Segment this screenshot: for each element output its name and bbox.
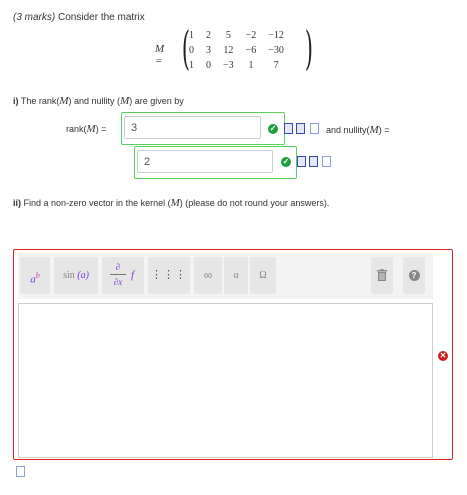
nullity-tool-icon-2[interactable] [309, 156, 318, 167]
part-i-prompt: i) The rank(M) and nullity (M) are given… [13, 95, 184, 107]
part-i-m2: M [120, 95, 130, 107]
rank-tool-icon-2[interactable] [296, 123, 305, 134]
matrix-cell: −6 [245, 45, 257, 56]
part-i-number: i) [13, 96, 19, 106]
marks-label: (3 marks) [13, 12, 56, 23]
calculus-button[interactable]: ∂ ∂x f [102, 257, 144, 294]
function-arg: (a) [77, 270, 89, 281]
rank-tool-icon-3[interactable] [310, 123, 319, 134]
nullity-correct-check-icon: ✓ [281, 157, 291, 167]
calculus-f: f [131, 269, 135, 281]
nullity-label-a: and nullity( [326, 125, 370, 135]
matrix-cell: −2 [245, 30, 257, 41]
matrix-cell: 0 [206, 60, 211, 71]
help-button[interactable]: ? [403, 257, 425, 294]
alpha-button[interactable]: α [224, 257, 248, 294]
function-button[interactable]: sin (a) [54, 257, 98, 294]
function-name: sin [63, 270, 75, 281]
nullity-label-m: M [369, 124, 379, 136]
equation-toolbar: ab sin (a) ∂ ∂x f ⋮⋮⋮ ∞ α Ω ? [18, 253, 433, 299]
matrix-cell: −30 [268, 45, 284, 56]
omega-button[interactable]: Ω [250, 257, 276, 294]
matrix-row: 1 2 5 −2 −12 [183, 28, 290, 43]
part-i-text-a: The rank( [20, 96, 60, 106]
trash-button[interactable] [371, 257, 393, 294]
matrix-cell: 1 [189, 30, 194, 41]
infinity-button[interactable]: ∞ [194, 257, 222, 294]
superscript-exp: b [35, 271, 40, 280]
matrix-cell: 7 [273, 60, 279, 71]
superscript-button[interactable]: ab [20, 257, 50, 294]
bottom-tool-icon[interactable] [16, 466, 25, 477]
equation-input-area[interactable] [18, 303, 433, 458]
matrix-cell: 3 [206, 45, 211, 56]
rank-tool-icon-1[interactable] [284, 123, 293, 134]
matrix-symbol: M = [155, 43, 165, 67]
rank-label-m: M [86, 123, 96, 135]
matrix-cell: 2 [206, 30, 211, 41]
calculus-top: ∂ [115, 262, 121, 272]
part-ii-text-a: Find a non-zero vector in the kernel ( [23, 198, 171, 208]
rank-label: rank(M) = [66, 123, 106, 135]
matrix-cell: 0 [189, 45, 194, 56]
part-ii-prompt: ii) Find a non-zero vector in the kernel… [13, 197, 329, 209]
trash-icon [377, 269, 387, 281]
matrix-row: 1 0 −3 1 7 [183, 58, 290, 73]
matrix-cell: 12 [223, 45, 234, 56]
rank-input[interactable] [124, 116, 261, 139]
part-i-m1: M [59, 95, 69, 107]
calculus-bar [110, 274, 126, 275]
question-prompt: Consider the matrix [58, 12, 145, 23]
nullity-label: and nullity(M) = [326, 124, 389, 136]
help-icon: ? [408, 270, 420, 281]
matrix-cell: 1 [248, 60, 254, 71]
question-header: (3 marks) Consider the matrix [13, 12, 145, 23]
error-icon: ✕ [438, 351, 448, 361]
matrix-button[interactable]: ⋮⋮⋮ [148, 257, 190, 294]
rank-label-a: rank( [66, 124, 87, 134]
calculus-fraction: ∂ ∂x [110, 262, 126, 287]
nullity-tool-icon-1[interactable] [297, 156, 306, 167]
nullity-tool-icon-3[interactable] [322, 156, 331, 167]
matrix-cell: −12 [268, 30, 284, 41]
part-ii-m: M [170, 197, 180, 209]
part-i-text-b: ) and nullity ( [68, 96, 121, 106]
matrix-row: 0 3 12 −6 −30 [183, 43, 290, 58]
matrix-cell: −3 [223, 60, 234, 71]
matrix-right-paren: ) [304, 21, 314, 75]
part-ii-number: ii) [13, 198, 21, 208]
nullity-label-b: ) = [378, 125, 390, 135]
calculus-bottom: ∂x [113, 277, 123, 287]
rank-label-b: ) = [95, 124, 107, 134]
rank-correct-check-icon: ✓ [268, 124, 278, 134]
matrix-cell: 5 [225, 30, 231, 41]
nullity-input[interactable] [137, 150, 273, 173]
matrix-table: 1 2 5 −2 −12 0 3 12 −6 −30 1 0 −3 1 7 [183, 28, 290, 73]
part-ii-text-b: ) (please do not round your answers). [179, 198, 330, 208]
matrix-cell: 1 [189, 60, 194, 71]
part-i-text-c: ) are given by [129, 96, 184, 106]
